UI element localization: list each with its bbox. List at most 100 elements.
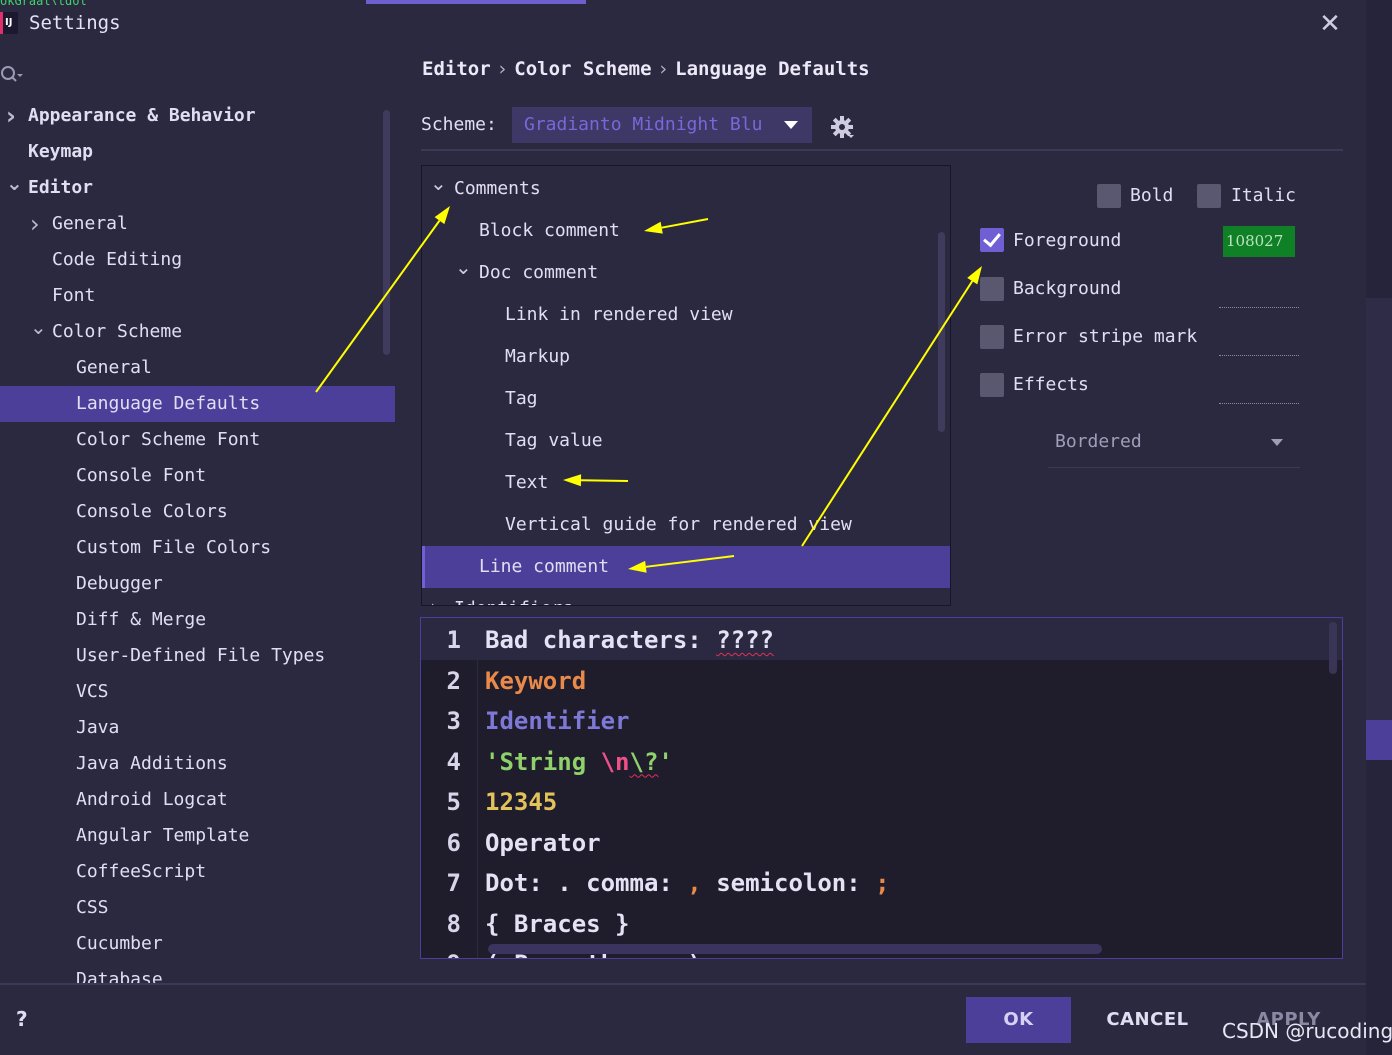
error-stripe-color-swatch[interactable] <box>1219 355 1299 356</box>
code-line: 4 'String \n\?' <box>421 742 1341 782</box>
tree-item-label: Line comment <box>479 556 610 577</box>
ok-button[interactable]: OK <box>966 997 1071 1043</box>
help-button[interactable]: ? <box>16 1007 28 1031</box>
sidebar-item[interactable]: Console Colors <box>0 494 395 530</box>
sidebar-item[interactable]: Database <box>0 962 395 983</box>
line-number: 3 <box>446 707 461 735</box>
sidebar-scrollbar[interactable] <box>383 110 390 355</box>
foreground-checkbox[interactable] <box>980 228 1004 252</box>
tree-item-label: Doc comment <box>479 262 599 283</box>
tree-item[interactable]: Tag <box>422 378 950 420</box>
line-number: 7 <box>446 869 461 897</box>
code-token: \? <box>629 747 659 776</box>
code-line: 1 Bad characters: ???? <box>421 620 1341 660</box>
tree-item[interactable]: Text <box>422 462 950 504</box>
tree-item[interactable]: Markup <box>422 336 950 378</box>
chevron-right-icon[interactable]: › <box>430 588 439 605</box>
sidebar-item[interactable]: Java <box>0 710 395 746</box>
sidebar-item[interactable]: User-Defined File Types <box>0 638 395 674</box>
bold-checkbox[interactable] <box>1097 184 1121 208</box>
tree-item-label: Vertical guide for rendered view <box>505 514 852 535</box>
preview-editor[interactable]: 1 Bad characters: ???? 2 Keyword 3 Identifier… <box>420 617 1343 959</box>
code-line: 5 12345 <box>421 782 1341 822</box>
sidebar-item[interactable]: Angular Template <box>0 818 395 854</box>
tree-item-label: Link in rendered view <box>505 304 733 325</box>
tree-scrollbar[interactable] <box>938 232 945 432</box>
sidebar-item[interactable]: Debugger <box>0 566 395 602</box>
sidebar-item[interactable]: › Appearance & Behavior <box>0 98 395 134</box>
chevron-right-icon[interactable]: › <box>6 98 20 134</box>
sidebar-item[interactable]: › General <box>0 206 395 242</box>
sidebar-item-label: Android Logcat <box>76 789 228 810</box>
chevron-down-icon[interactable]: ⌄ <box>455 252 472 282</box>
sidebar-item-label: Code Editing <box>52 249 183 270</box>
tree-item[interactable]: Block comment <box>422 210 950 252</box>
scheme-label: Scheme: <box>421 114 497 135</box>
background-label: Background <box>1013 278 1122 299</box>
sidebar-item[interactable]: Language Defaults <box>0 386 395 422</box>
watermark: CSDN @rucoding <box>1222 1019 1392 1043</box>
sidebar-item[interactable]: Keymap <box>0 134 395 170</box>
sidebar-item[interactable]: General <box>0 350 395 386</box>
sidebar-item[interactable]: Android Logcat <box>0 782 395 818</box>
sidebar-item[interactable]: CSS <box>0 890 395 926</box>
effect-type-dropdown[interactable]: Bordered <box>1048 428 1300 468</box>
code-token: Bad characters: <box>485 626 717 654</box>
sidebar-item[interactable]: Font <box>0 278 395 314</box>
editor-horizontal-scrollbar[interactable] <box>488 944 1102 954</box>
code-text: 12345 <box>485 782 557 822</box>
attribute-tree: ⌄ Comments Block comment ⌄ Doc comment Link i… <box>421 165 951 606</box>
code-token: ; <box>875 869 890 897</box>
sidebar-item[interactable]: CoffeeScript <box>0 854 395 890</box>
sidebar-item-label: Keymap <box>28 141 94 162</box>
chevron-down-icon[interactable]: ⌄ <box>430 168 447 198</box>
italic-checkbox[interactable] <box>1197 184 1221 208</box>
code-line: 2 Keyword <box>421 661 1341 701</box>
editor-vertical-scrollbar[interactable] <box>1329 622 1337 674</box>
tree-item-label: Text <box>505 472 549 493</box>
error-stripe-checkbox[interactable] <box>980 325 1004 349</box>
search-icon[interactable] <box>0 64 26 84</box>
line-number: 9 <box>421 944 461 958</box>
chevron-right-icon[interactable]: › <box>30 206 44 242</box>
sidebar-item[interactable]: Code Editing <box>0 242 395 278</box>
sidebar-item[interactable]: VCS <box>0 674 395 710</box>
cancel-button[interactable]: CANCEL <box>1095 997 1200 1043</box>
tree-item[interactable]: › Identifiers <box>422 588 950 605</box>
code-token: \n <box>600 747 630 776</box>
sidebar-item[interactable]: Java Additions <box>0 746 395 782</box>
code-text: Identifier <box>485 701 630 741</box>
effects-color-swatch[interactable] <box>1219 403 1299 404</box>
scheme-dropdown[interactable]: Gradianto Midnight Blue <box>512 107 812 143</box>
sidebar-item-label: CSS <box>76 897 109 918</box>
tree-item[interactable]: ⌄ Comments <box>422 168 950 210</box>
divider <box>421 149 1343 151</box>
code-token: ???? <box>716 626 774 654</box>
tree-item[interactable]: Tag value <box>422 420 950 462</box>
chevron-down-icon[interactable]: ⌄ <box>6 170 23 196</box>
foreground-color-swatch[interactable]: 108027 <box>1223 226 1295 257</box>
tree-item[interactable]: Line comment <box>422 546 950 588</box>
sidebar-item[interactable]: Color Scheme Font <box>0 422 395 458</box>
chevron-down-icon[interactable]: ⌄ <box>30 314 47 340</box>
gear-icon[interactable] <box>830 115 854 139</box>
sidebar-item[interactable]: Cucumber <box>0 926 395 962</box>
sidebar-item[interactable]: Console Font <box>0 458 395 494</box>
sidebar-item[interactable]: ⌄ Color Scheme <box>0 314 395 350</box>
breadcrumb-editor[interactable]: Editor <box>422 58 491 80</box>
breadcrumb-color-scheme[interactable]: Color Scheme <box>514 58 651 80</box>
tree-item[interactable]: Link in rendered view <box>422 294 950 336</box>
effects-checkbox[interactable] <box>980 373 1004 397</box>
code-token: 'String <box>485 747 601 776</box>
sidebar-item[interactable]: Custom File Colors <box>0 530 395 566</box>
close-icon[interactable]: ✕ <box>1318 11 1342 37</box>
scheme-value: Gradianto Midnight Blue <box>524 114 774 135</box>
tree-item[interactable]: Vertical guide for rendered view <box>422 504 950 546</box>
sidebar-item[interactable]: Diff & Merge <box>0 602 395 638</box>
tree-item[interactable]: ⌄ Doc comment <box>422 252 950 294</box>
sidebar-item-label: Language Defaults <box>76 393 261 414</box>
background-checkbox[interactable] <box>980 277 1004 301</box>
code-text: Keyword <box>485 661 586 701</box>
background-color-swatch[interactable] <box>1219 307 1299 308</box>
sidebar-item[interactable]: ⌄ Editor <box>0 170 395 206</box>
